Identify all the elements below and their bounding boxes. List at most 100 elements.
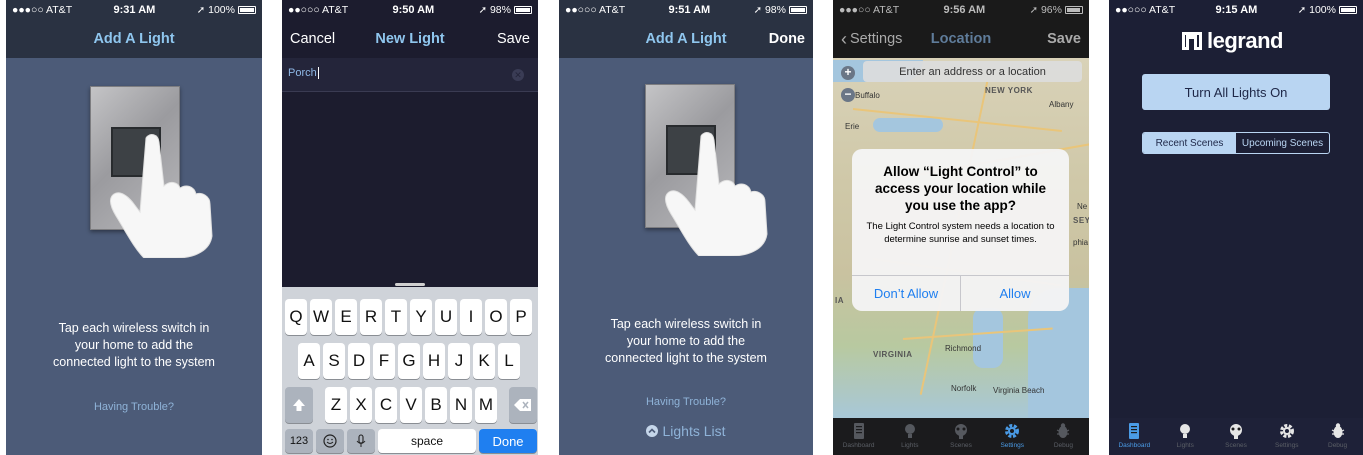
carrier-label: ●●●○○ AT&T <box>839 4 900 16</box>
location-search-input[interactable]: Enter an address or a location <box>863 61 1082 82</box>
key-a[interactable]: A <box>298 343 320 379</box>
tab-scenes[interactable]: Scenes <box>935 418 986 455</box>
battery-icon <box>788 6 807 14</box>
emoji-key[interactable] <box>316 429 344 453</box>
key-h[interactable]: H <box>423 343 445 379</box>
tab-debug[interactable]: Debug <box>1312 418 1363 455</box>
key-o[interactable]: O <box>485 299 507 335</box>
key-f[interactable]: F <box>373 343 395 379</box>
turn-all-lights-on-button[interactable]: Turn All Lights On <box>1142 74 1330 110</box>
key-v[interactable]: V <box>400 387 422 423</box>
cancel-button[interactable]: Cancel <box>290 20 335 58</box>
numbers-key[interactable]: 123 <box>285 429 313 453</box>
tab-lights[interactable]: Lights <box>1160 418 1211 455</box>
having-trouble-link[interactable]: Having Trouble? <box>6 401 262 413</box>
done-key[interactable]: Done <box>479 429 537 453</box>
scenes-icon <box>955 424 967 439</box>
battery-area: ➚ 100% <box>1298 4 1357 16</box>
add-light-body: Tap each wireless switch in your home to… <box>6 58 262 455</box>
key-s[interactable]: S <box>323 343 345 379</box>
scenes-icon <box>1229 424 1242 439</box>
tab-scenes[interactable]: Scenes <box>1211 418 1262 455</box>
key-g[interactable]: G <box>398 343 420 379</box>
keyboard-drag-handle[interactable] <box>395 283 425 286</box>
clock: 9:56 AM <box>943 4 986 16</box>
carrier-label: ●●○○○ AT&T <box>565 4 626 16</box>
tab-settings[interactable]: Settings <box>1261 418 1312 455</box>
screen-location: ●●●○○ AT&T 9:56 AM ➚ 96% ‹ Settings Loca… <box>833 0 1089 455</box>
location-arrow-icon: ➚ <box>1297 4 1307 16</box>
backspace-icon <box>514 399 531 411</box>
status-bar: ●●○○○ AT&T 9:15 AM ➚ 100% <box>1109 0 1363 20</box>
brand-name: legrand <box>1207 28 1283 53</box>
segment-recent-scenes[interactable]: Recent Scenes <box>1143 133 1236 153</box>
key-l[interactable]: L <box>498 343 520 379</box>
key-p[interactable]: P <box>510 299 532 335</box>
key-w[interactable]: W <box>310 299 332 335</box>
save-button[interactable]: Save <box>497 20 530 58</box>
key-j[interactable]: J <box>448 343 470 379</box>
shift-key[interactable] <box>285 387 313 423</box>
light-name-input[interactable]: Porch <box>288 67 319 80</box>
page-title: New Light <box>375 31 445 47</box>
key-i[interactable]: I <box>460 299 482 335</box>
backspace-key[interactable] <box>509 387 537 423</box>
allow-button[interactable]: Allow <box>960 276 1069 311</box>
key-e[interactable]: E <box>335 299 357 335</box>
space-key[interactable]: space <box>378 429 476 453</box>
tab-label: Settings <box>1275 442 1299 449</box>
map-label-albany: Albany <box>1049 100 1074 109</box>
tab-lights[interactable]: Lights <box>884 418 935 455</box>
key-d[interactable]: D <box>348 343 370 379</box>
clear-icon[interactable]: ✕ <box>512 69 524 81</box>
key-n[interactable]: N <box>450 387 472 423</box>
keyboard-row-3: ZXCVBNM <box>285 387 537 423</box>
map-label-richmond: Richmond <box>945 344 982 353</box>
screen-new-light: ●●○○○ AT&T 9:50 AM ➚ 98% Cancel New Ligh… <box>282 0 538 455</box>
hand-tap-icon <box>109 134 213 258</box>
key-m[interactable]: M <box>475 387 497 423</box>
zoom-in-button[interactable]: + <box>841 66 855 80</box>
key-r[interactable]: R <box>360 299 382 335</box>
status-bar: ●●○○○ AT&T 9:51 AM ➚ 98% <box>559 0 813 20</box>
lights-list-button[interactable]: Lights List <box>559 423 813 439</box>
having-trouble-link[interactable]: Having Trouble? <box>559 396 813 408</box>
light-name-field[interactable]: Porch ✕ <box>282 58 538 92</box>
status-bar: ●●●○○ AT&T 9:56 AM ➚ 96% <box>833 0 1089 20</box>
dont-allow-button[interactable]: Don’t Allow <box>852 276 960 311</box>
key-b[interactable]: B <box>425 387 447 423</box>
battery-area: ➚ 98% <box>479 4 532 16</box>
key-z[interactable]: Z <box>325 387 347 423</box>
page-title: Add A Light <box>93 31 175 47</box>
screen-dashboard: ●●○○○ AT&T 9:15 AM ➚ 100% legrand Turn A… <box>1109 0 1363 455</box>
zoom-out-button[interactable]: − <box>841 88 855 102</box>
key-c[interactable]: C <box>375 387 397 423</box>
tab-dashboard[interactable]: Dashboard <box>833 418 884 455</box>
tab-dashboard[interactable]: Dashboard <box>1109 418 1160 455</box>
done-button[interactable]: Done <box>769 20 805 58</box>
battery-percent: 98% <box>489 4 511 16</box>
key-k[interactable]: K <box>473 343 495 379</box>
battery-percent: 98% <box>764 4 786 16</box>
tab-label: Debug <box>1053 442 1073 449</box>
battery-percent: 100% <box>208 4 235 16</box>
bug-icon <box>1331 423 1344 438</box>
key-y[interactable]: Y <box>410 299 432 335</box>
key-u[interactable]: U <box>435 299 457 335</box>
map-label-sey: SEY <box>1073 216 1089 225</box>
hand-tap-icon <box>664 132 768 256</box>
back-button[interactable]: ‹ Settings <box>841 20 902 58</box>
dashboard-icon <box>1129 423 1140 439</box>
key-q[interactable]: Q <box>285 299 307 335</box>
tab-settings[interactable]: Settings <box>987 418 1038 455</box>
key-x[interactable]: X <box>350 387 372 423</box>
bulb-icon <box>904 424 915 438</box>
clock: 9:51 AM <box>668 4 711 16</box>
segment-upcoming-scenes[interactable]: Upcoming Scenes <box>1236 133 1329 153</box>
dictation-key[interactable] <box>347 429 375 453</box>
tab-debug[interactable]: Debug <box>1038 418 1089 455</box>
save-button[interactable]: Save <box>1047 20 1081 58</box>
battery-area: ➚ 96% <box>1030 4 1083 16</box>
key-t[interactable]: T <box>385 299 407 335</box>
battery-percent: 96% <box>1040 4 1062 16</box>
